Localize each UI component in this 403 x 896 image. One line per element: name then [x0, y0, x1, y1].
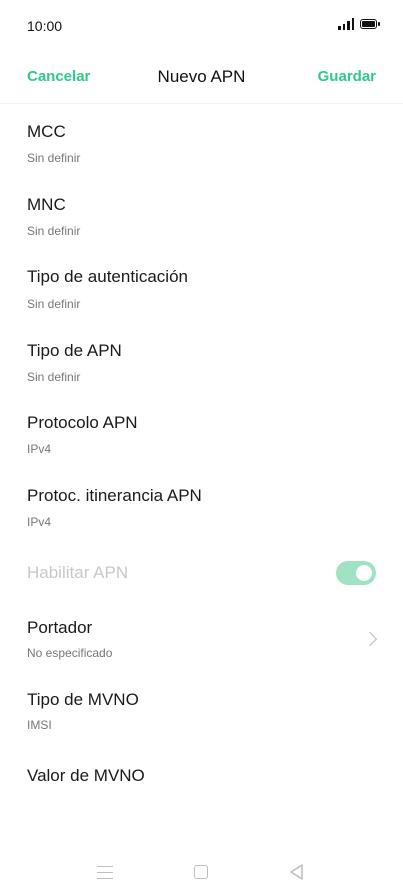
- header: Cancelar Nuevo APN Guardar: [0, 52, 403, 102]
- setting-title: Tipo de autenticación: [27, 267, 188, 286]
- status-time: 10:00: [27, 18, 63, 34]
- status-icons: [338, 18, 380, 30]
- setting-value: IPv4: [27, 515, 52, 529]
- enable-apn-toggle[interactable]: [336, 561, 376, 585]
- status-bar: 10:00: [0, 0, 403, 52]
- battery-icon: [360, 19, 380, 29]
- setting-title: Tipo de APN: [27, 341, 122, 360]
- setting-title: Protoc. itinerancia APN: [27, 486, 202, 505]
- setting-value: IMSI: [27, 718, 52, 732]
- setting-value: Sin definir: [27, 297, 81, 311]
- menu-icon[interactable]: [97, 866, 113, 879]
- setting-title: Valor de MVNO: [27, 766, 145, 785]
- setting-title: Habilitar APN: [27, 563, 129, 582]
- home-icon[interactable]: [194, 865, 208, 879]
- chevron-right-icon: [362, 631, 378, 647]
- setting-title: MCC: [27, 122, 66, 141]
- setting-value: No especificado: [27, 646, 113, 660]
- setting-value: Sin definir: [27, 224, 81, 238]
- setting-value: Sin definir: [27, 370, 81, 384]
- navigation-bar: [0, 850, 403, 896]
- setting-title: Portador: [27, 618, 93, 637]
- setting-value: Sin definir: [27, 151, 81, 165]
- setting-value: IPv4: [27, 442, 52, 456]
- header-divider: [0, 103, 403, 104]
- signal-icon: [338, 18, 354, 30]
- setting-title: Protocolo APN: [27, 413, 138, 432]
- setting-title: Tipo de MVNO: [27, 690, 139, 709]
- save-button[interactable]: Guardar: [318, 68, 376, 85]
- setting-title: MNC: [27, 195, 66, 214]
- toggle-knob: [356, 565, 372, 581]
- back-icon[interactable]: [288, 863, 306, 881]
